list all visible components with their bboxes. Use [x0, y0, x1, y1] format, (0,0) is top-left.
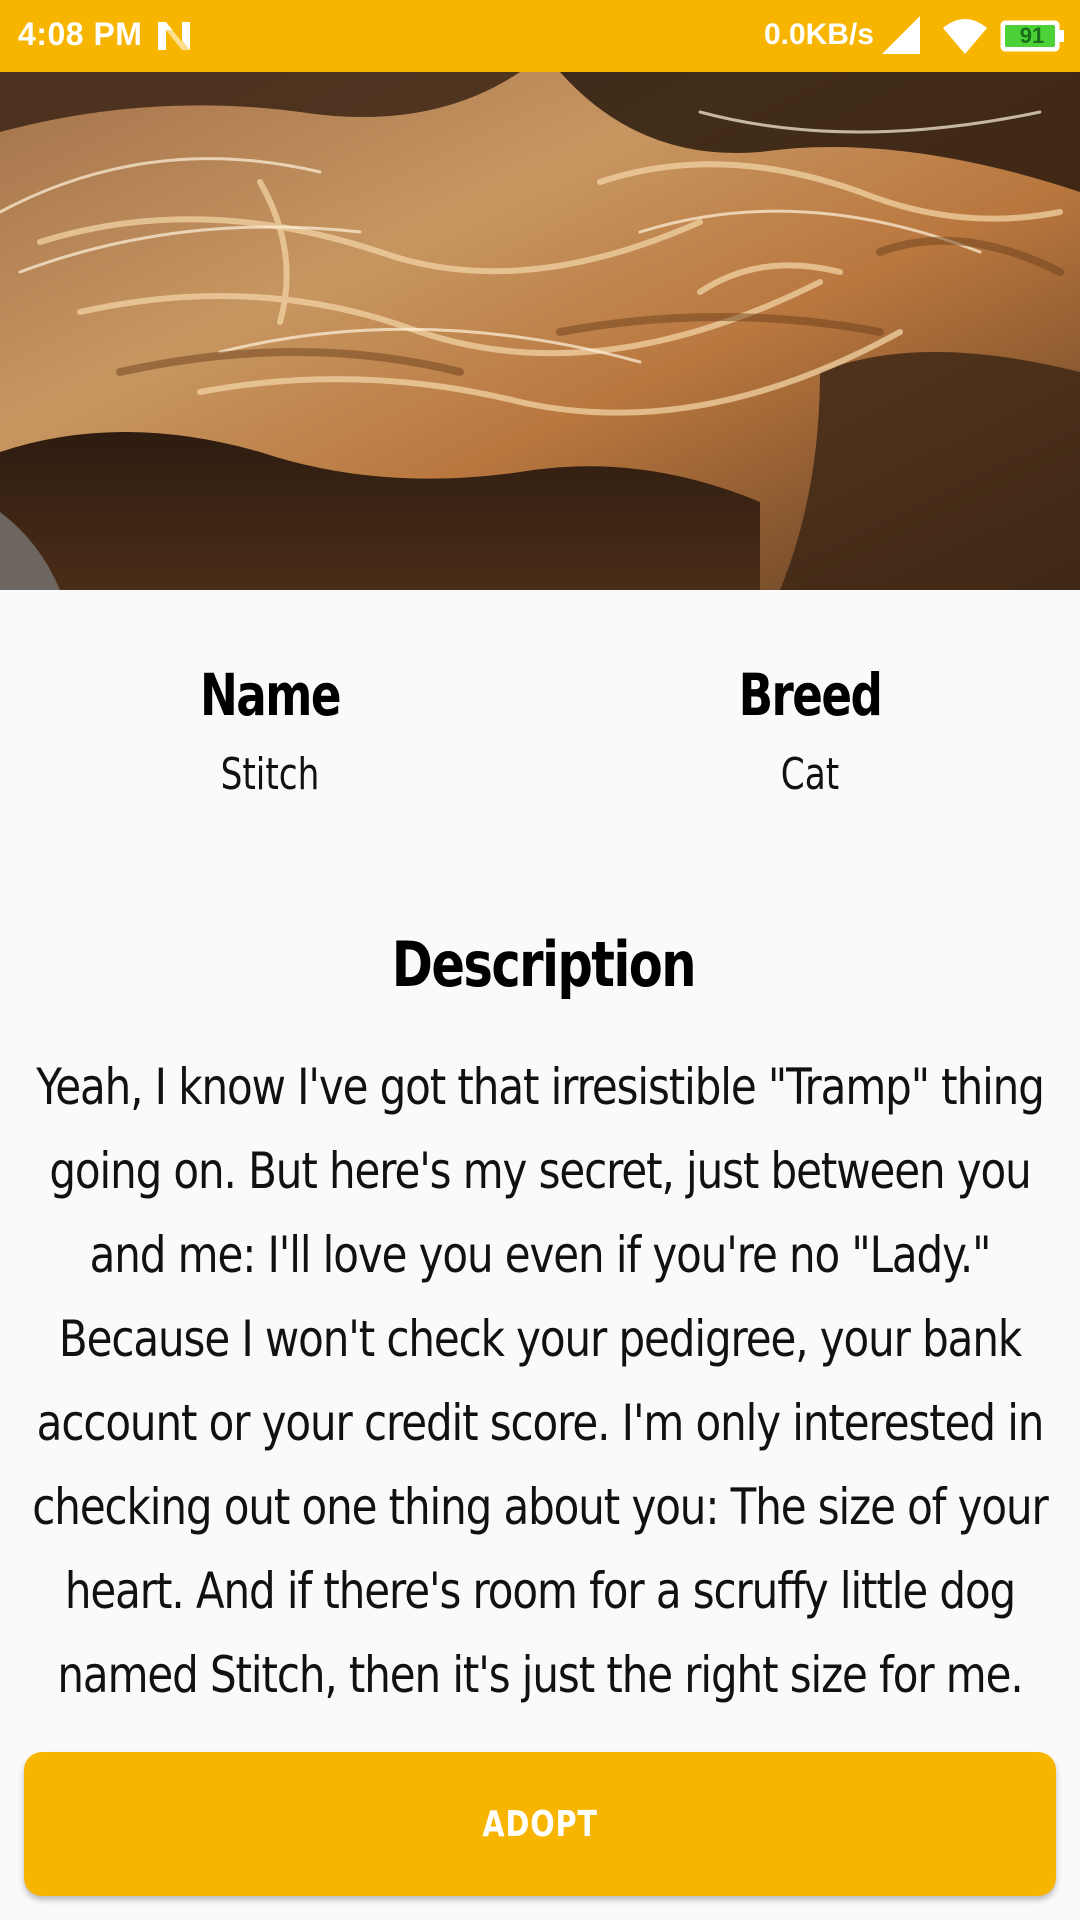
adopt-button[interactable]: ADOPT — [24, 1752, 1056, 1896]
adopt-button-label: ADOPT — [482, 1803, 598, 1845]
status-time: 4:08 PM — [18, 16, 143, 52]
description-text: Yeah, I know I've got that irresistible … — [32, 1058, 1049, 1704]
breed-value: Cat — [780, 749, 840, 800]
network-speed: 0.0KB/s — [763, 18, 874, 51]
battery-level: 91 — [1019, 23, 1045, 48]
n-notification-icon — [158, 22, 190, 50]
pet-name-section: Name Stitch — [0, 650, 540, 810]
name-value: Stitch — [220, 749, 320, 800]
pet-breed-section: Breed Cat — [540, 650, 1080, 810]
name-label: Name — [200, 661, 342, 729]
cat-fur-image — [0, 72, 1080, 590]
signal-icon — [882, 16, 920, 54]
breed-label: Breed — [738, 661, 883, 729]
status-bar: 4:08 PM 0.0KB/s 91 — [0, 0, 1080, 72]
cat-fur-photo — [0, 72, 1080, 590]
wifi-icon — [943, 19, 987, 54]
description-title: Description — [391, 928, 697, 1001]
